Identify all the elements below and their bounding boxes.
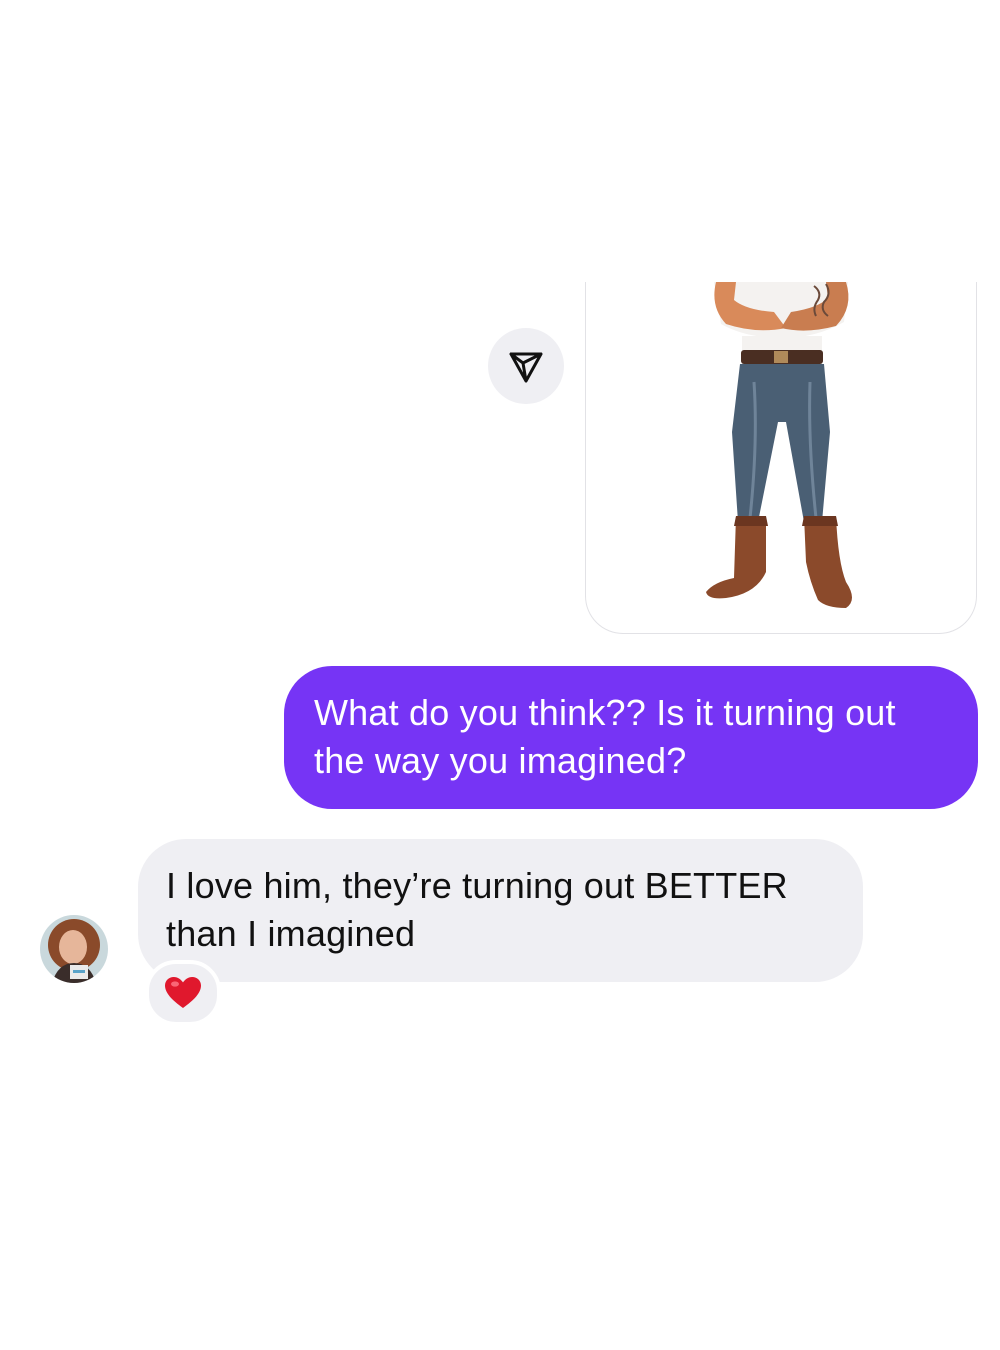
received-message-bubble[interactable]: I love him, they’re turning out BETTER t… xyxy=(138,839,863,982)
reaction-badge[interactable] xyxy=(145,960,221,1026)
shared-image-card[interactable] xyxy=(585,282,977,634)
sent-message-text: What do you think?? Is it turning out th… xyxy=(314,692,896,781)
received-message-text: I love him, they’re turning out BETTER t… xyxy=(166,865,788,954)
cowboy-illustration xyxy=(706,282,852,608)
sent-message-bubble[interactable]: What do you think?? Is it turning out th… xyxy=(284,666,978,809)
avatar-image xyxy=(40,915,108,983)
heart-icon xyxy=(165,977,201,1008)
contact-avatar[interactable] xyxy=(40,915,108,983)
share-button[interactable] xyxy=(488,328,564,404)
paper-plane-icon xyxy=(509,352,543,383)
